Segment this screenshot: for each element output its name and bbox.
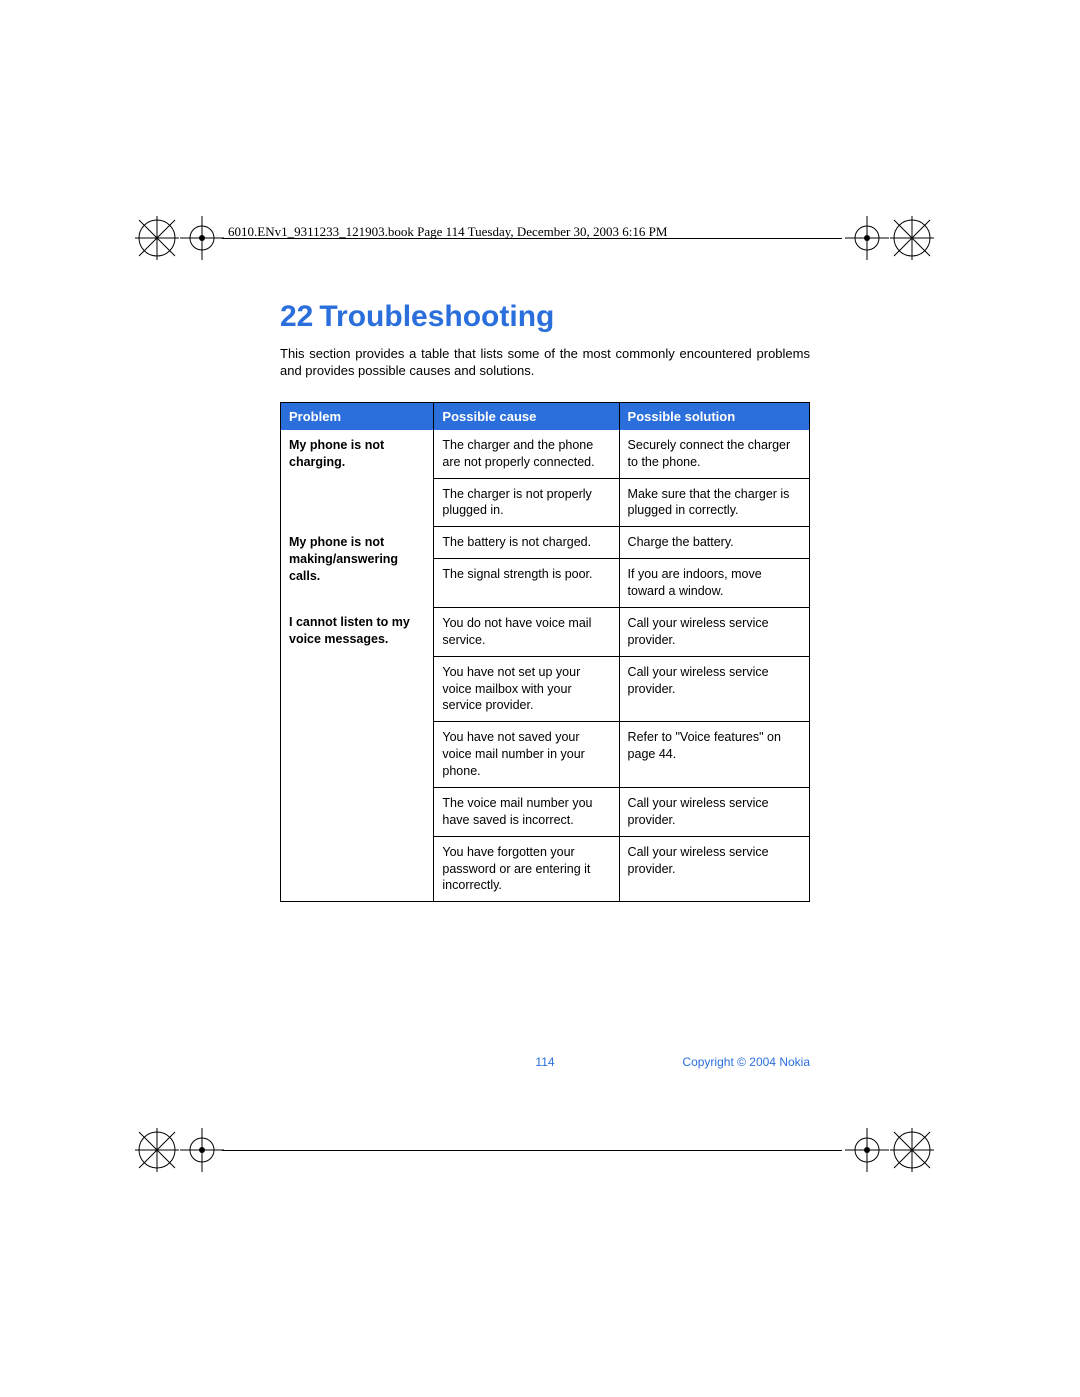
chapter-name: Troubleshooting: [319, 300, 554, 333]
table-row: My phone is not charging. The charger an…: [281, 430, 810, 478]
col-header-solution: Possible solution: [619, 402, 809, 430]
solution-cell: Call your wireless service provider.: [619, 787, 809, 836]
solution-cell: Securely connect the charger to the phon…: [619, 430, 809, 478]
cause-cell: You have not saved your voice mail numbe…: [434, 722, 619, 788]
crop-mark-icon: [180, 216, 224, 260]
crop-mark-icon: [890, 216, 934, 260]
crop-mark-icon: [135, 1128, 179, 1172]
page-content: 22Troubleshooting This section provides …: [280, 300, 810, 902]
cause-cell: The voice mail number you have saved is …: [434, 787, 619, 836]
solution-cell: Call your wireless service provider.: [619, 607, 809, 656]
cause-cell: You do not have voice mail service.: [434, 607, 619, 656]
crop-mark-icon: [180, 1128, 224, 1172]
footer-rule: [222, 1150, 842, 1151]
chapter-number: 22: [280, 300, 313, 333]
crop-mark-icon: [845, 1128, 889, 1172]
cause-cell: You have forgotten your password or are …: [434, 836, 619, 902]
cause-cell: The charger is not properly plugged in.: [434, 478, 619, 527]
cause-cell: The charger and the phone are not proper…: [434, 430, 619, 478]
problem-cell: My phone is not making/answering calls.: [281, 527, 434, 608]
table-row: My phone is not making/answering calls. …: [281, 527, 810, 559]
solution-cell: Refer to "Voice features" on page 44.: [619, 722, 809, 788]
cause-cell: The battery is not charged.: [434, 527, 619, 559]
running-header: 6010.ENv1_9311233_121903.book Page 114 T…: [228, 224, 667, 240]
cause-cell: You have not set up your voice mailbox w…: [434, 656, 619, 722]
col-header-problem: Problem: [281, 402, 434, 430]
troubleshooting-table: Problem Possible cause Possible solution…: [280, 402, 810, 903]
page-number: 114: [535, 1055, 554, 1069]
solution-cell: Call your wireless service provider.: [619, 656, 809, 722]
crop-mark-icon: [135, 216, 179, 260]
copyright-text: Copyright © 2004 Nokia: [682, 1055, 810, 1069]
solution-cell: Charge the battery.: [619, 527, 809, 559]
crop-mark-icon: [890, 1128, 934, 1172]
intro-paragraph: This section provides a table that lists…: [280, 346, 810, 380]
col-header-cause: Possible cause: [434, 402, 619, 430]
solution-cell: Call your wireless service provider.: [619, 836, 809, 902]
problem-cell: My phone is not charging.: [281, 430, 434, 527]
solution-cell: Make sure that the charger is plugged in…: [619, 478, 809, 527]
solution-cell: If you are indoors, move toward a window…: [619, 559, 809, 608]
table-row: I cannot listen to my voice messages. Yo…: [281, 607, 810, 656]
crop-mark-icon: [845, 216, 889, 260]
chapter-title: 22Troubleshooting: [280, 300, 810, 334]
table-header-row: Problem Possible cause Possible solution: [281, 402, 810, 430]
problem-cell: I cannot listen to my voice messages.: [281, 607, 434, 901]
cause-cell: The signal strength is poor.: [434, 559, 619, 608]
